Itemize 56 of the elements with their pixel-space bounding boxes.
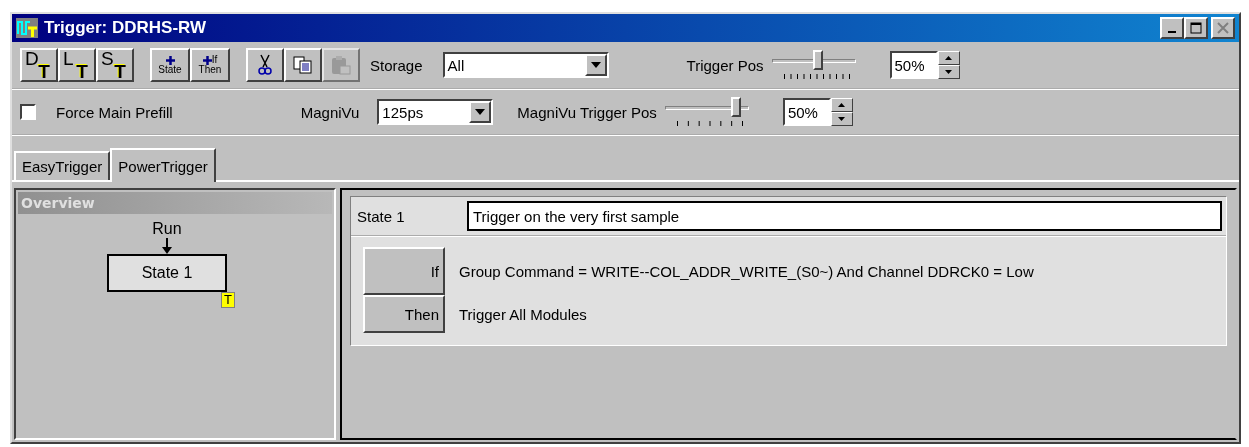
maximize-icon <box>1190 22 1202 34</box>
copy-icon <box>293 56 313 74</box>
percent-field[interactable]: 50% <box>782 98 831 126</box>
magnivu-dropdown[interactable]: 125ps <box>377 99 494 125</box>
tab[interactable]: PowerTrigger <box>110 148 216 182</box>
magnivu-label: MagniVu <box>300 103 360 121</box>
checkbox[interactable] <box>20 104 36 120</box>
tick-marks-icon <box>676 121 743 127</box>
close-icon <box>1217 22 1229 34</box>
state-name: State 1 <box>357 207 406 225</box>
copy-button[interactable] <box>284 48 322 82</box>
minimize-icon <box>1168 31 1176 33</box>
plus-icon <box>202 55 212 65</box>
clipboard-icon <box>331 55 351 75</box>
up-arrow-icon <box>945 56 953 60</box>
trigger-pos-label: Trigger Pos <box>686 56 764 74</box>
panel-title: Overview <box>18 192 332 214</box>
down-arrow-icon <box>945 70 953 74</box>
window-title: Trigger: DDRHS-RW <box>44 18 208 38</box>
description-field[interactable]: Trigger on the very first sample <box>467 201 1222 231</box>
maximize-button[interactable] <box>1184 17 1208 39</box>
magnivu-trigger-pos-label: MagniVu Trigger Pos <box>517 103 657 121</box>
slider[interactable] <box>771 48 856 82</box>
tab[interactable]: EasyTrigger <box>14 151 111 180</box>
spin-down-button[interactable] <box>937 65 960 79</box>
plus-icon <box>165 55 175 65</box>
spin-down-button[interactable] <box>830 112 853 126</box>
down-arrow-icon <box>838 117 846 121</box>
caret-icon <box>475 109 486 115</box>
trigger-type-button[interactable]: D T <box>20 48 58 82</box>
up-arrow-icon <box>838 103 846 107</box>
trigger-type-button[interactable]: S T <box>96 48 134 82</box>
run-label: Run <box>152 220 182 238</box>
storage-label: Storage <box>370 56 423 74</box>
force-main-prefill-label: Force Main Prefill <box>56 103 173 121</box>
scissors-icon <box>258 54 272 76</box>
cut-button[interactable] <box>246 48 284 82</box>
then-button[interactable]: Then <box>363 295 445 333</box>
storage-dropdown[interactable]: All <box>442 52 609 78</box>
percent-field[interactable]: 50% <box>889 51 938 79</box>
if-button[interactable]: If <box>363 247 445 295</box>
slider[interactable] <box>664 95 749 129</box>
add-button[interactable]: If Then <box>190 48 230 82</box>
tick-marks-icon <box>783 74 850 80</box>
spin-up-button[interactable] <box>937 51 960 65</box>
state-node[interactable]: State 1 <box>107 254 227 292</box>
trigger-badge: T <box>221 292 235 308</box>
caret-icon <box>590 62 601 68</box>
app-icon <box>16 18 38 38</box>
clause-text: Trigger All Modules <box>459 305 587 323</box>
add-button[interactable]: State <box>150 48 190 82</box>
minimize-button[interactable] <box>1160 17 1184 39</box>
down-arrow-icon <box>161 238 173 254</box>
spin-up-button[interactable] <box>830 98 853 112</box>
trigger-type-button[interactable]: L T <box>58 48 96 82</box>
clause-text: Group Command = WRITE--COL_ADDR_WRITE_(S0~) And Channel DDRCK0 = Low <box>459 262 1034 280</box>
